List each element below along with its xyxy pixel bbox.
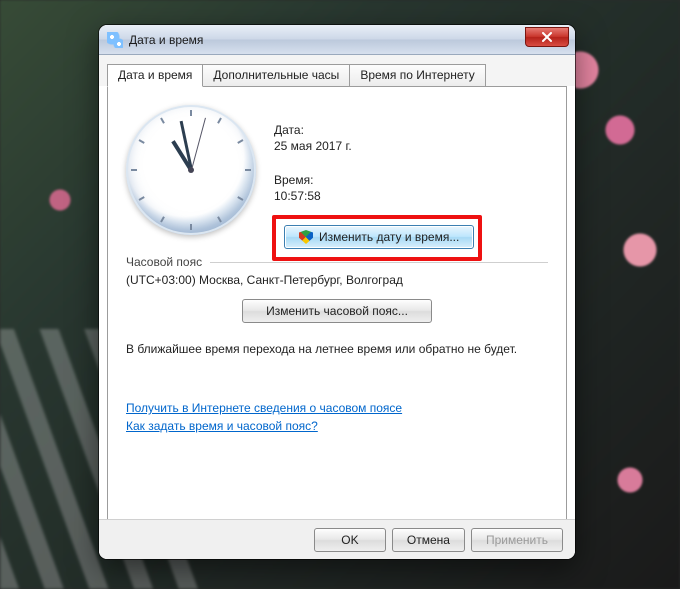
date-time-dialog: Дата и время Дата и время Дополнительные…: [99, 25, 575, 559]
time-label: Время:: [274, 173, 352, 187]
divider: [210, 262, 548, 263]
link-how-to-set[interactable]: Как задать время и часовой пояс?: [126, 419, 548, 433]
date-time-info: Дата: 25 мая 2017 г. Время: 10:57:58: [274, 101, 352, 235]
link-timezone-info[interactable]: Получить в Интернете сведения о часовом …: [126, 401, 548, 415]
help-links: Получить в Интернете сведения о часовом …: [126, 401, 548, 433]
close-icon: [542, 32, 552, 42]
tab-strip: Дата и время Дополнительные часы Время п…: [99, 55, 575, 86]
change-date-time-button[interactable]: Изменить дату и время...: [284, 225, 474, 249]
apply-button[interactable]: Применить: [471, 528, 563, 552]
cancel-button[interactable]: Отмена: [392, 528, 465, 552]
analog-clock: [126, 105, 256, 235]
tab-panel: Дата: 25 мая 2017 г. Время: 10:57:58 Изм…: [107, 86, 567, 540]
timezone-section-label: Часовой пояс: [126, 255, 202, 269]
date-value: 25 мая 2017 г.: [274, 139, 352, 153]
change-timezone-button[interactable]: Изменить часовой пояс...: [242, 299, 432, 323]
window-title: Дата и время: [129, 33, 203, 47]
second-hand: [191, 118, 206, 170]
tab-date-time[interactable]: Дата и время: [107, 64, 203, 87]
titlebar[interactable]: Дата и время: [99, 25, 575, 55]
tab-internet-time[interactable]: Время по Интернету: [349, 64, 485, 87]
timezone-value: (UTC+03:00) Москва, Санкт-Петербург, Вол…: [126, 273, 548, 287]
dst-note: В ближайшее время перехода на летнее вре…: [126, 341, 548, 357]
date-label: Дата:: [274, 123, 352, 137]
ok-button[interactable]: OK: [314, 528, 386, 552]
change-timezone-label: Изменить часовой пояс...: [266, 304, 408, 318]
time-value: 10:57:58: [274, 189, 352, 203]
tab-additional-clocks[interactable]: Дополнительные часы: [202, 64, 350, 87]
close-button[interactable]: [525, 27, 569, 47]
dialog-footer: OK Отмена Применить: [99, 519, 575, 559]
uac-shield-icon: [299, 230, 313, 244]
date-time-icon: [107, 32, 123, 48]
change-date-time-label: Изменить дату и время...: [319, 230, 459, 244]
